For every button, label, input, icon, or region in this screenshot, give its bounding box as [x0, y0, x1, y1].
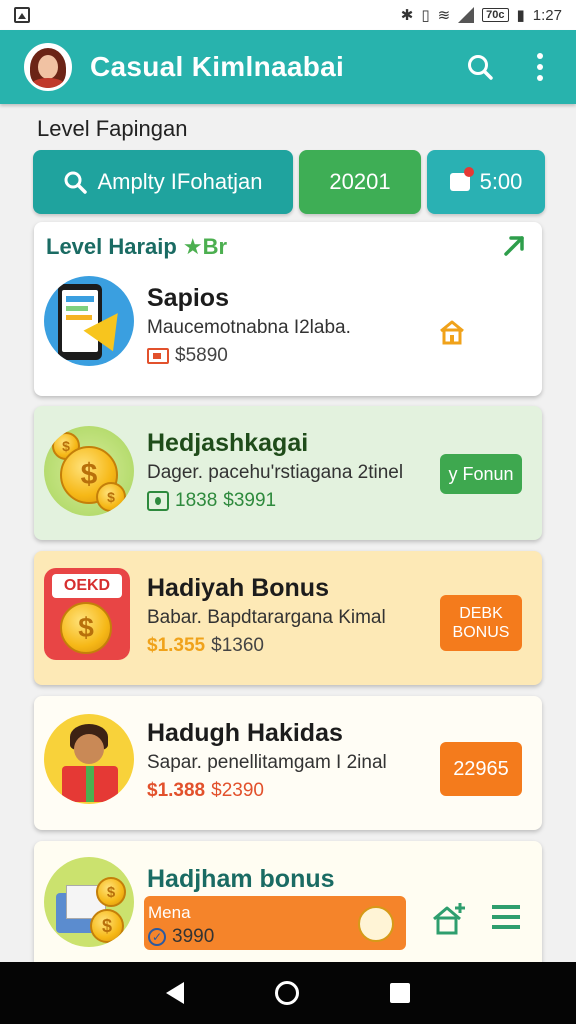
card-meta: 1838 $3991	[147, 490, 276, 512]
gift-icon	[449, 167, 474, 191]
back-icon[interactable]	[165, 982, 184, 1004]
reward-card-2[interactable]: $ $ $ Hedjashkagai Dager. pacehu'rstiaga…	[34, 406, 542, 540]
reward-card-1[interactable]: Level Haraip ★Br Sapios Maucemotnabna I2l…	[34, 222, 542, 396]
system-nav-bar	[0, 962, 576, 1024]
avatar[interactable]	[24, 43, 72, 91]
reward-card-3[interactable]: OEKD $ Hadiyah Bonus Babar. Bapdtarargan…	[34, 551, 542, 685]
more-options-button[interactable]	[520, 47, 560, 87]
search-filter-label: Amplty IFohatjan	[97, 169, 263, 194]
card-action-button[interactable]: DEBK BONUS	[440, 595, 522, 651]
card-title: Hedjashkagai	[147, 429, 309, 457]
card-price: $2390	[211, 780, 264, 801]
card-title: Sapios	[147, 284, 229, 312]
app-title: Casual Kimlnaabai	[90, 51, 345, 82]
card-title: Hadugh Hakidas	[147, 719, 343, 747]
battery-icon: ▮	[516, 7, 525, 24]
coin-large: $	[90, 909, 124, 943]
coins-chest-illustration: $ $	[44, 857, 134, 947]
battery-label: 70c	[482, 8, 509, 22]
avatar-shirt	[30, 78, 66, 88]
gift-box	[62, 766, 118, 802]
wifi-icon: ≋	[437, 7, 451, 24]
avatar-face	[38, 55, 58, 79]
card-count: 1838	[175, 490, 218, 511]
coins-illustration: $ $ $	[44, 426, 134, 516]
card-title: Hadiyah Bonus	[147, 574, 329, 602]
phone-illustration	[44, 276, 134, 366]
gift-box-icon	[147, 491, 169, 511]
star-icon: ★	[182, 234, 203, 259]
add-home-icon[interactable]	[430, 901, 466, 942]
card-price: $3991	[223, 490, 277, 511]
top-button-row: Amplty IFohatjan 20201 5:00	[33, 150, 545, 214]
notification-icon	[14, 7, 30, 23]
more-vert-icon	[537, 53, 543, 81]
vibrate-icon: ▯	[421, 7, 430, 24]
card-description: Dager. pacehu'rstiagana 2tinel	[147, 462, 404, 483]
card-header: Level Haraip ★Br	[46, 234, 227, 260]
gear-coin-icon	[358, 906, 394, 942]
boy-gift-illustration	[44, 714, 134, 804]
progress-value: ✓ 3990	[148, 926, 214, 948]
card-old-price: $1.388	[147, 780, 206, 801]
wallet-icon	[147, 348, 169, 364]
card-title: Hadjham bonus	[147, 865, 335, 893]
recent-apps-icon[interactable]	[390, 983, 411, 1003]
badge-label: OEKD	[52, 574, 122, 598]
status-bar: ✱ ▯ ≋ 70c ▮ 1:27	[0, 0, 576, 30]
search-button[interactable]	[460, 47, 500, 87]
card-meta: $1.355 $1360	[147, 635, 264, 657]
gift-timer-label: 5:00	[479, 169, 523, 194]
coin-small-2: $	[96, 482, 126, 512]
search-icon	[468, 55, 493, 80]
card-price: $5890	[175, 345, 228, 366]
card-header-suffix: Br	[202, 234, 228, 259]
card-old-price: $1.355	[147, 635, 206, 656]
progress-price: 3990	[172, 926, 215, 947]
status-right: ✱ ▯ ≋ 70c ▮ 1:27	[400, 6, 562, 25]
card-description: Sapar. penellitamgam I 2inal	[147, 752, 387, 773]
card-meta: $1.388 $2390	[147, 780, 264, 802]
card-meta: $5890	[147, 345, 228, 367]
check-circle-icon: ✓	[148, 928, 166, 946]
search-filter-button[interactable]: Amplty IFohatjan	[33, 150, 293, 214]
counter-label: 20201	[329, 169, 391, 194]
coin-large: $	[60, 602, 112, 654]
card-header-label: Level Haraip	[46, 234, 177, 259]
bluetooth-icon: ✱	[400, 7, 414, 24]
card-description: Babar. Bapdtarargana Kimal	[147, 607, 386, 628]
card-price: $1360	[211, 635, 264, 656]
card-action-button[interactable]: 22965	[440, 742, 522, 796]
house-icon[interactable]	[438, 318, 466, 351]
search-icon	[63, 170, 88, 194]
coin-small: $	[96, 877, 126, 907]
home-icon[interactable]	[274, 981, 299, 1005]
bonus-badge-illustration: OEKD $	[44, 568, 130, 660]
gift-timer-button[interactable]: 5:00	[427, 150, 545, 214]
signal-icon	[458, 7, 475, 23]
status-left	[14, 7, 30, 23]
section-heading: Level Fapingan	[37, 116, 188, 141]
clock: 1:27	[532, 6, 562, 24]
trend-up-icon[interactable]	[502, 234, 526, 263]
progress-panel[interactable]: Mena ✓ 3990	[144, 896, 406, 950]
app-bar: Casual Kimlnaabai	[0, 30, 576, 104]
counter-button[interactable]: 20201	[299, 150, 421, 214]
boy-face	[74, 734, 104, 764]
menu-icon[interactable]	[492, 905, 520, 929]
reward-card-4[interactable]: Hadugh Hakidas Sapar. penellitamgam I 2i…	[34, 696, 542, 830]
card-description: Maucemotnabna I2laba.	[147, 317, 351, 338]
card-action-button[interactable]: y Fonun	[440, 454, 522, 494]
progress-label: Mena	[148, 903, 191, 922]
reward-card-5[interactable]: $ $ Hadjham bonus Mena ✓ 3990	[34, 841, 542, 971]
